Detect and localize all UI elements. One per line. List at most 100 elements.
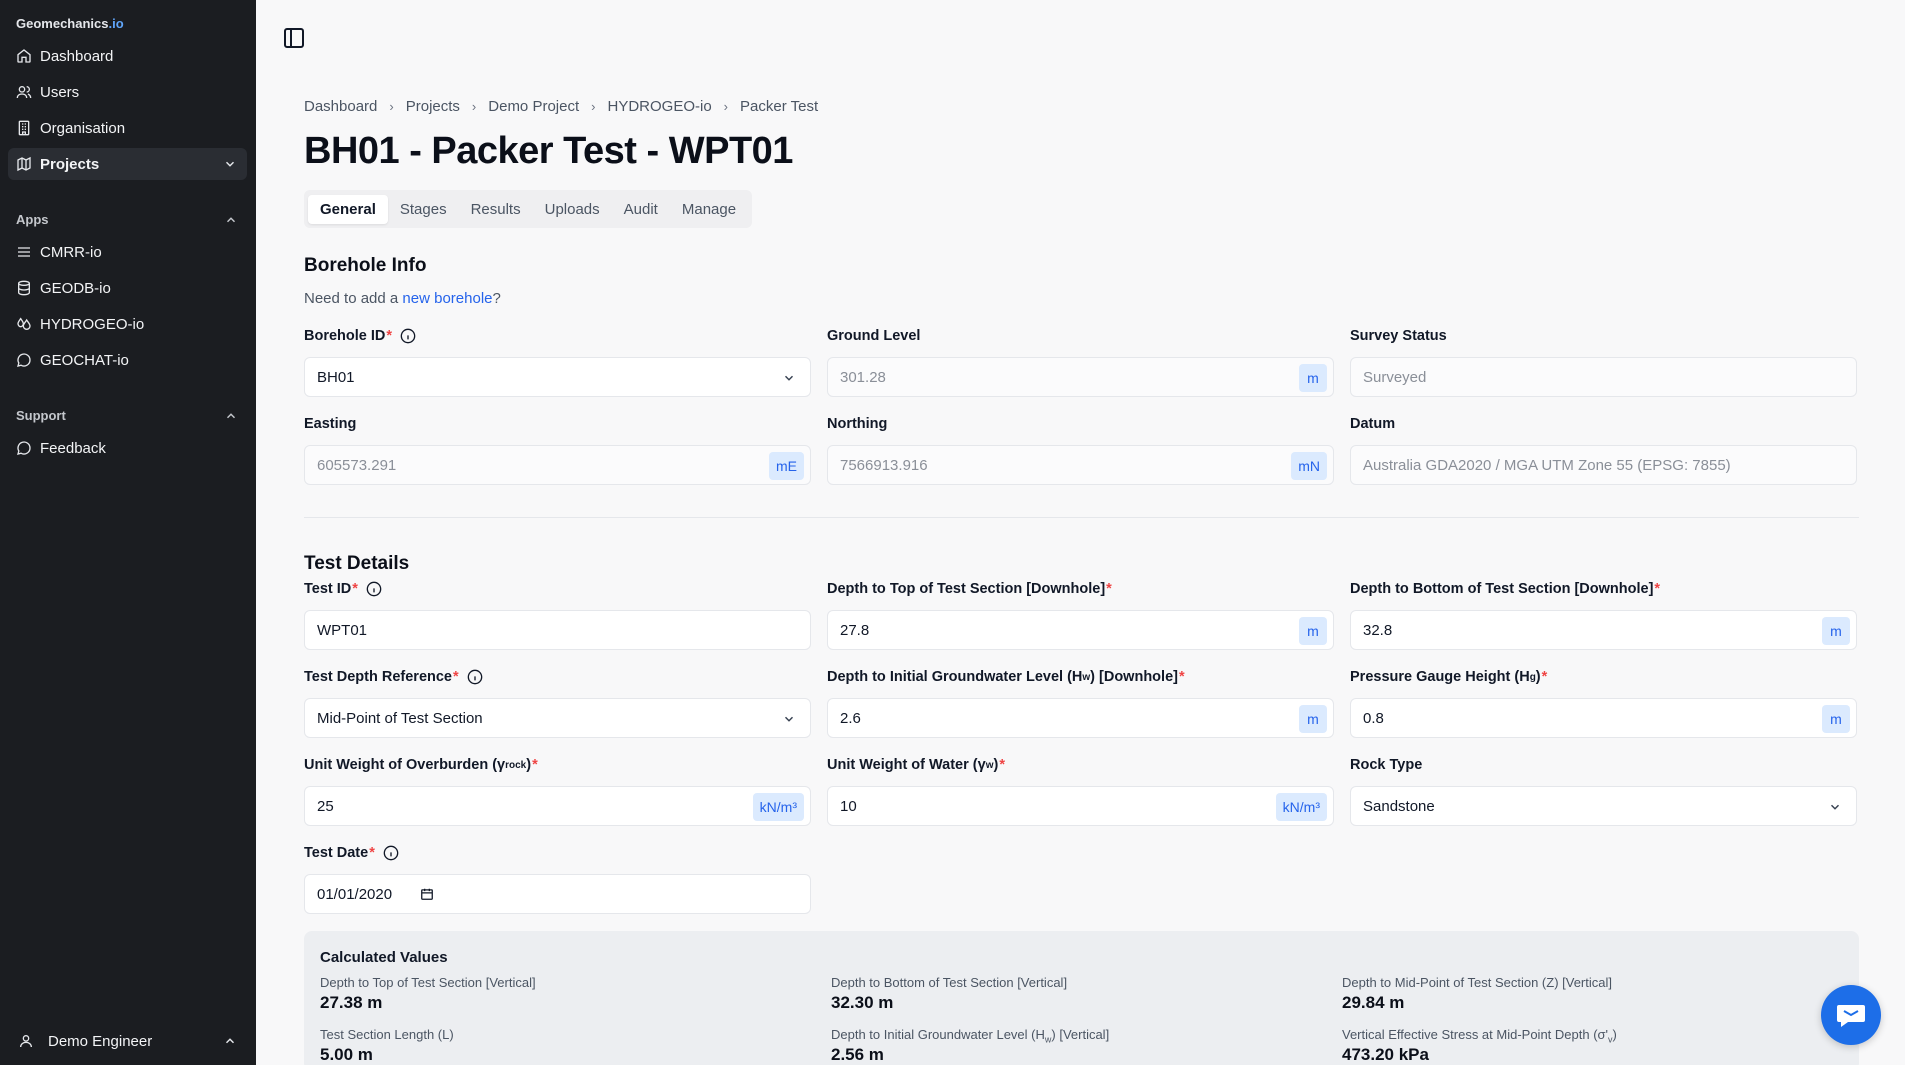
- test-id-label: Test ID *: [304, 581, 382, 597]
- chevron-right-icon: ›: [471, 99, 477, 114]
- menu-icon: [18, 247, 30, 257]
- bottom-depth-label: Depth to Bottom of Test Section [Downhol…: [1350, 581, 1661, 597]
- sidebar-item-label: Organisation: [40, 119, 126, 137]
- calculated-values-panel: Calculated Values Depth to Top of Test S…: [304, 931, 1859, 1065]
- unit-badge: mN: [1291, 452, 1327, 480]
- sidebar-item-hydrogeo[interactable]: HYDROGEO-io: [8, 308, 247, 340]
- sidebar-item-organisation[interactable]: Organisation: [8, 112, 247, 144]
- water-weight-input[interactable]: 10 kN/m³: [827, 786, 1334, 826]
- sidebar: Geomechanics.io Dashboard Users Organisa…: [0, 0, 256, 1065]
- chevron-down-icon: [784, 716, 794, 722]
- sidebar-item-geodb[interactable]: GEODB-io: [8, 272, 247, 304]
- sidebar-item-geochat[interactable]: GEOCHAT-io: [8, 344, 247, 376]
- chevron-down-icon: [1830, 804, 1840, 810]
- main-content: Dashboard › Projects › Demo Project › HY…: [256, 0, 1905, 1065]
- test-details-title: Test Details: [304, 553, 410, 574]
- breadcrumb-demo-project[interactable]: Demo Project: [488, 98, 579, 115]
- calc-groundwater-label: Depth to Initial Groundwater Level (Hw) …: [831, 1027, 1110, 1045]
- tab-bar: General Stages Results Uploads Audit Man…: [304, 190, 753, 228]
- chevron-down-icon[interactable]: [223, 157, 237, 171]
- datum-field: Australia GDA2020 / MGA UTM Zone 55 (EPS…: [1350, 445, 1857, 485]
- survey-status-label: Survey Status: [1350, 328, 1447, 344]
- chat-icon: [17, 353, 31, 367]
- top-depth-label: Depth to Top of Test Section [Downhole] *: [827, 581, 1112, 597]
- breadcrumb-packer-test: Packer Test: [740, 98, 819, 115]
- apps-group-label: Apps: [16, 212, 49, 227]
- sidebar-item-projects[interactable]: Projects: [8, 148, 247, 180]
- brand-logo[interactable]: Geomechanics.io: [16, 16, 124, 31]
- calc-bottom-depth-value: 32.30 m: [831, 993, 894, 1012]
- gauge-height-input[interactable]: 0.8 m: [1350, 698, 1857, 738]
- tab-uploads[interactable]: Uploads: [533, 195, 612, 224]
- calculated-values-title: Calculated Values: [320, 949, 448, 966]
- northing-field: 7566913.916 mN: [827, 445, 1334, 485]
- tab-stages[interactable]: Stages: [388, 195, 459, 224]
- chevron-down-icon: [784, 375, 794, 381]
- sidebar-item-label: GEODB-io: [40, 279, 111, 297]
- depth-reference-label: Test Depth Reference *: [304, 669, 483, 685]
- tab-results[interactable]: Results: [459, 195, 533, 224]
- unit-badge: mE: [769, 452, 804, 480]
- unit-badge: m: [1299, 364, 1327, 392]
- sidebar-item-users[interactable]: Users: [8, 76, 247, 108]
- chevron-up-icon: [225, 1038, 235, 1044]
- calc-mid-depth-label: Depth to Mid-Point of Test Section (Z) […: [1342, 975, 1612, 990]
- bottom-depth-input[interactable]: 32.8 m: [1350, 610, 1857, 650]
- calc-top-depth-value: 27.38 m: [320, 993, 383, 1012]
- groundwater-depth-input[interactable]: 2.6 m: [827, 698, 1334, 738]
- borehole-id-select[interactable]: BH01: [304, 357, 811, 397]
- breadcrumb-projects[interactable]: Projects: [406, 98, 460, 115]
- test-id-input[interactable]: WPT01: [304, 610, 811, 650]
- user-menu[interactable]: Demo Engineer: [8, 1025, 247, 1057]
- new-borehole-link[interactable]: new borehole: [402, 290, 492, 307]
- calc-stress-value: 473.20 kPa: [1342, 1045, 1429, 1064]
- rock-type-select[interactable]: Sandstone: [1350, 786, 1857, 826]
- user-name: Demo Engineer: [48, 1032, 153, 1050]
- breadcrumb-dashboard[interactable]: Dashboard: [304, 98, 377, 115]
- overburden-weight-input[interactable]: 25 kN/m³: [304, 786, 811, 826]
- depth-reference-select[interactable]: Mid-Point of Test Section: [304, 698, 811, 738]
- chevron-up-icon[interactable]: [224, 409, 238, 423]
- building-icon: [18, 120, 30, 136]
- chevron-right-icon: ›: [591, 99, 596, 114]
- sidebar-toggle-icon[interactable]: [282, 26, 306, 50]
- breadcrumb-hydrogeo[interactable]: HYDROGEO-io: [607, 98, 711, 115]
- easting-label: Easting: [304, 416, 357, 432]
- info-icon[interactable]: [400, 328, 416, 344]
- test-date-input[interactable]: 01/01/2020: [304, 874, 811, 914]
- borehole-id-label: Borehole ID *: [304, 328, 416, 344]
- unit-badge: kN/m³: [1275, 793, 1327, 821]
- tab-general[interactable]: General: [308, 194, 388, 224]
- sidebar-item-label: CMRR-io: [40, 243, 102, 261]
- sidebar-item-label: HYDROGEO-io: [40, 315, 145, 333]
- sidebar-item-label: Users: [40, 83, 80, 101]
- database-icon: [18, 280, 30, 296]
- chat-button[interactable]: [1821, 985, 1881, 1045]
- home-icon: [17, 49, 31, 63]
- info-icon[interactable]: [467, 669, 483, 685]
- calc-bottom-depth-label: Depth to Bottom of Test Section [Vertica…: [831, 975, 1068, 990]
- info-icon[interactable]: [366, 581, 382, 597]
- groundwater-depth-label: Depth to Initial Groundwater Level (H w) …: [827, 669, 1185, 685]
- calendar-icon[interactable]: [420, 887, 434, 901]
- ground-level-label: Ground Level: [827, 328, 921, 344]
- sidebar-item-feedback[interactable]: Feedback: [8, 432, 247, 464]
- users-icon: [16, 86, 32, 99]
- survey-status-field: Surveyed: [1350, 357, 1857, 397]
- chevron-up-icon[interactable]: [224, 213, 238, 227]
- gauge-height-label: Pressure Gauge Height (H g) *: [1350, 669, 1548, 685]
- info-icon[interactable]: [383, 845, 399, 861]
- tab-manage[interactable]: Manage: [670, 195, 748, 224]
- easting-field: 605573.291 mE: [304, 445, 811, 485]
- tab-audit[interactable]: Audit: [612, 195, 670, 224]
- top-depth-input[interactable]: 27.8 m: [827, 610, 1334, 650]
- datum-label: Datum: [1350, 416, 1396, 432]
- droplet-icon: [17, 317, 31, 331]
- unit-badge: m: [1299, 617, 1327, 645]
- chevron-right-icon: ›: [389, 99, 394, 114]
- sidebar-item-cmrr[interactable]: CMRR-io: [8, 236, 247, 268]
- sidebar-item-label: GEOCHAT-io: [40, 351, 129, 369]
- calc-length-value: 5.00 m: [320, 1045, 373, 1064]
- section-divider: [304, 517, 1859, 518]
- sidebar-item-dashboard[interactable]: Dashboard: [8, 40, 247, 72]
